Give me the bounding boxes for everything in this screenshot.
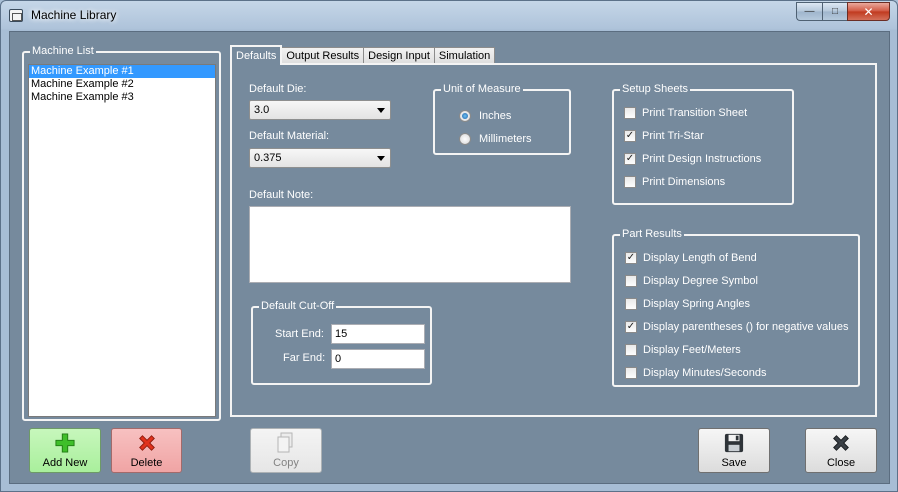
default-die-label: Default Die: xyxy=(249,83,307,95)
checkbox-unchecked-icon xyxy=(625,367,637,379)
add-new-label: Add New xyxy=(42,457,88,469)
checkbox-unchecked-icon xyxy=(625,344,637,356)
radio-unselected-icon xyxy=(459,133,471,145)
machine-list-legend: Machine List xyxy=(30,45,96,58)
checkbox-label: Print Dimensions xyxy=(642,176,726,188)
default-cutoff-group: Default Cut-Off Start End: 15 Far End: 0 xyxy=(251,300,432,385)
checkbox-label: Display Spring Angles xyxy=(643,298,751,310)
minimize-button[interactable]: — xyxy=(796,2,822,21)
close-button[interactable]: Close xyxy=(805,428,877,473)
checkbox-label: Print Tri-Star xyxy=(642,130,704,142)
title-bar[interactable]: Machine Library — □ ✕ xyxy=(1,1,897,30)
print-dimensions-checkbox[interactable]: Print Dimensions xyxy=(624,176,725,188)
list-item[interactable]: Machine Example #1 xyxy=(29,65,215,78)
print-transition-sheet-checkbox[interactable]: Print Transition Sheet xyxy=(624,107,747,119)
part-results-legend: Part Results xyxy=(620,228,684,241)
checkbox-label: Print Transition Sheet xyxy=(642,107,748,119)
far-end-label: Far End: xyxy=(283,352,326,364)
checkbox-label: Display Minutes/Seconds xyxy=(643,367,767,379)
display-length-of-bend-checkbox[interactable]: ✓ Display Length of Bend xyxy=(625,252,757,264)
checkbox-label: Display Feet/Meters xyxy=(643,344,741,356)
setup-sheets-legend: Setup Sheets xyxy=(620,83,691,96)
delete-button[interactable]: Delete xyxy=(111,428,182,473)
print-tri-star-checkbox[interactable]: ✓ Print Tri-Star xyxy=(624,130,704,142)
machine-library-window: Machine Library — □ ✕ Machine List Machi… xyxy=(0,0,898,492)
default-material-select[interactable]: 0.375 xyxy=(249,148,391,168)
app-icon xyxy=(9,9,23,22)
caption-buttons: — □ ✕ xyxy=(796,2,890,21)
checkbox-unchecked-icon xyxy=(625,275,637,287)
unit-of-measure-legend: Unit of Measure xyxy=(441,83,523,96)
x-icon xyxy=(137,432,157,454)
tab-defaults[interactable]: Defaults xyxy=(230,45,283,65)
checkbox-label: Display Length of Bend xyxy=(643,252,757,264)
checkmark-icon: ✓ xyxy=(624,153,636,165)
checkmark-icon: ✓ xyxy=(625,252,637,264)
display-spring-angles-checkbox[interactable]: Display Spring Angles xyxy=(625,298,750,310)
display-feet-meters-checkbox[interactable]: Display Feet/Meters xyxy=(625,344,741,356)
default-note-field[interactable] xyxy=(249,206,571,283)
copy-icon xyxy=(276,432,296,454)
unit-of-measure-group: Unit of Measure Inches Millimeters xyxy=(433,83,571,155)
save-label: Save xyxy=(721,457,747,469)
save-button[interactable]: Save xyxy=(698,428,770,473)
display-parentheses-checkbox[interactable]: ✓ Display parentheses () for negative va… xyxy=(625,321,848,333)
display-minutes-seconds-checkbox[interactable]: Display Minutes/Seconds xyxy=(625,367,767,379)
machine-listbox[interactable]: Machine Example #1 Machine Example #2 Ma… xyxy=(28,64,216,417)
start-end-input[interactable]: 15 xyxy=(331,324,425,344)
far-end-input[interactable]: 0 xyxy=(331,349,425,369)
copy-button[interactable]: Copy xyxy=(250,428,322,473)
millimeters-label: Millimeters xyxy=(479,133,532,145)
default-material-value: 0.375 xyxy=(254,152,282,164)
copy-label: Copy xyxy=(273,457,299,469)
maximize-icon: □ xyxy=(831,6,839,17)
setup-sheets-group: Setup Sheets Print Transition Sheet ✓ Pr… xyxy=(612,83,794,205)
inches-label: Inches xyxy=(479,110,512,122)
machine-list-group: Machine List Machine Example #1 Machine … xyxy=(22,45,221,421)
display-degree-symbol-checkbox[interactable]: Display Degree Symbol xyxy=(625,275,758,287)
add-new-button[interactable]: Add New xyxy=(29,428,101,473)
window-title: Machine Library xyxy=(31,8,117,22)
default-cutoff-legend: Default Cut-Off xyxy=(259,300,337,313)
checkbox-label: Print Design Instructions xyxy=(642,153,762,165)
window-close-button[interactable]: ✕ xyxy=(847,2,890,21)
plus-icon xyxy=(55,432,75,454)
checkmark-icon: ✓ xyxy=(624,130,636,142)
checkbox-unchecked-icon xyxy=(625,298,637,310)
default-material-label: Default Material: xyxy=(249,130,330,142)
defaults-tab-panel: Default Die: 3.0 Default Material: 0.375… xyxy=(230,63,877,417)
checkbox-label: Display Degree Symbol xyxy=(643,275,758,287)
client-area: Machine List Machine Example #1 Machine … xyxy=(9,31,890,484)
default-die-value: 3.0 xyxy=(254,104,270,116)
floppy-disk-icon xyxy=(724,432,744,454)
chevron-down-icon xyxy=(377,108,385,113)
minimize-icon: — xyxy=(804,6,815,17)
inches-radio[interactable]: Inches xyxy=(459,110,511,122)
radio-selected-icon xyxy=(459,110,471,122)
close-label: Close xyxy=(826,457,856,469)
chevron-down-icon xyxy=(377,156,385,161)
delete-label: Delete xyxy=(130,457,163,469)
x-icon xyxy=(831,432,851,454)
checkmark-icon: ✓ xyxy=(625,321,637,333)
start-end-label: Start End: xyxy=(275,328,324,340)
list-item[interactable]: Machine Example #2 xyxy=(29,78,215,91)
part-results-group: Part Results ✓ Display Length of Bend Di… xyxy=(612,228,860,387)
default-note-label: Default Note: xyxy=(249,189,314,201)
millimeters-radio[interactable]: Millimeters xyxy=(459,133,532,145)
checkbox-label: Display parentheses () for negative valu… xyxy=(643,321,849,333)
list-item[interactable]: Machine Example #3 xyxy=(29,91,215,104)
tab-strip: Defaults Output Results Design Input Sim… xyxy=(230,45,496,65)
default-die-select[interactable]: 3.0 xyxy=(249,100,391,120)
close-icon: ✕ xyxy=(863,4,874,19)
checkbox-unchecked-icon xyxy=(624,176,636,188)
print-design-instructions-checkbox[interactable]: ✓ Print Design Instructions xyxy=(624,153,761,165)
checkbox-unchecked-icon xyxy=(624,107,636,119)
maximize-button[interactable]: □ xyxy=(822,2,847,21)
